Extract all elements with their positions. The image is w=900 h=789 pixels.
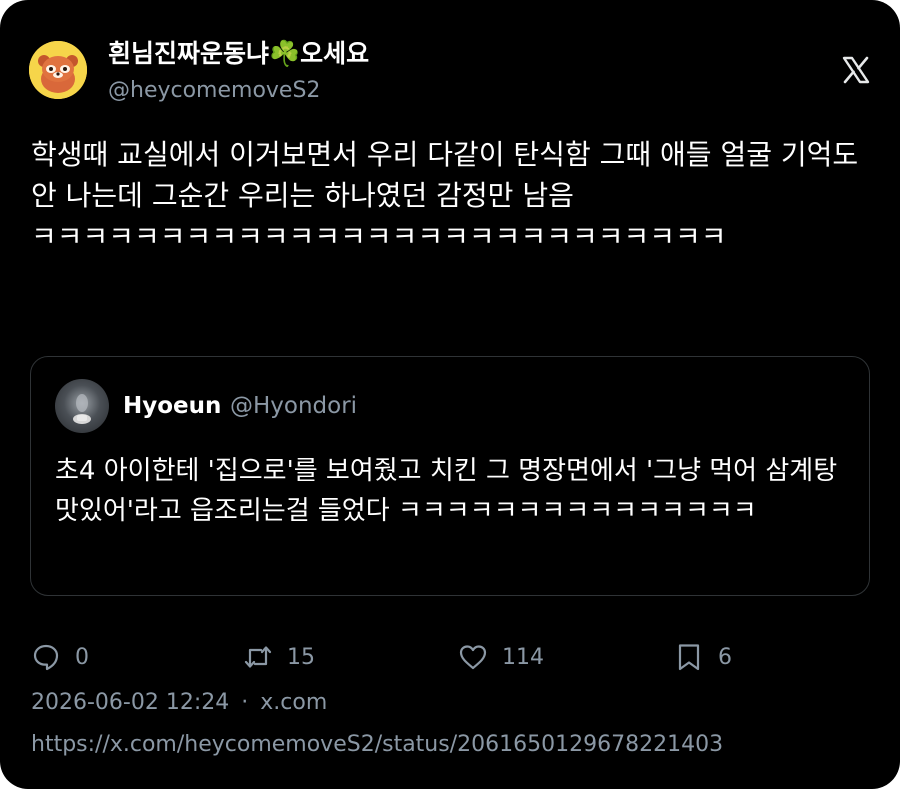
reply-button[interactable]: 0 [31, 640, 89, 674]
author-avatar[interactable] [29, 41, 87, 99]
tweet-card: 흰님진짜운동냐☘️오세요 @heycomemoveS2 학생때 교실에서 이거보… [0, 0, 900, 789]
reply-count: 0 [75, 644, 89, 670]
tweet-meta: 2026-06-02 12:24 · x.com [31, 690, 327, 715]
quoted-tweet[interactable]: Hyoeun @Hyondori 초4 아이한테 '집으로'를 보여줬고 치킨 … [30, 356, 870, 596]
retweet-count: 15 [287, 644, 315, 670]
bookmark-count: 6 [718, 644, 732, 670]
bookmark-button[interactable]: 6 [674, 640, 732, 674]
meta-separator: · [241, 690, 249, 715]
author-display-name[interactable]: 흰님진짜운동냐☘️오세요 [108, 37, 369, 71]
retweet-icon [244, 646, 272, 668]
author-handle[interactable]: @heycomemoveS2 [108, 76, 320, 106]
quoted-author-handle[interactable]: @Hyondori [230, 393, 357, 419]
source-link[interactable]: x.com [260, 690, 327, 715]
tweet-text: 학생때 교실에서 이거보면서 우리 다같이 탄식함 그때 애들 얼굴 기억도 안… [31, 138, 868, 253]
timestamp[interactable]: 2026-06-02 12:24 [31, 690, 229, 715]
figurine-avatar-icon [73, 394, 91, 424]
quoted-author-name[interactable]: Hyoeun [123, 393, 221, 419]
x-logo-icon[interactable] [841, 55, 871, 85]
heart-icon [459, 645, 487, 670]
reply-icon [33, 644, 59, 671]
like-button[interactable]: 114 [458, 640, 544, 674]
retweet-button[interactable]: 15 [243, 640, 315, 674]
quoted-author-avatar[interactable] [55, 379, 109, 433]
like-count: 114 [502, 644, 544, 670]
red-panda-avatar-icon [29, 41, 87, 99]
tweet-url[interactable]: https://x.com/heycomemoveS2/status/20616… [31, 732, 723, 757]
quoted-tweet-text: 초4 아이한테 '집으로'를 보여줬고 치킨 그 명장면에서 '그냥 먹어 삼계… [55, 456, 846, 526]
bookmark-icon [678, 644, 700, 671]
